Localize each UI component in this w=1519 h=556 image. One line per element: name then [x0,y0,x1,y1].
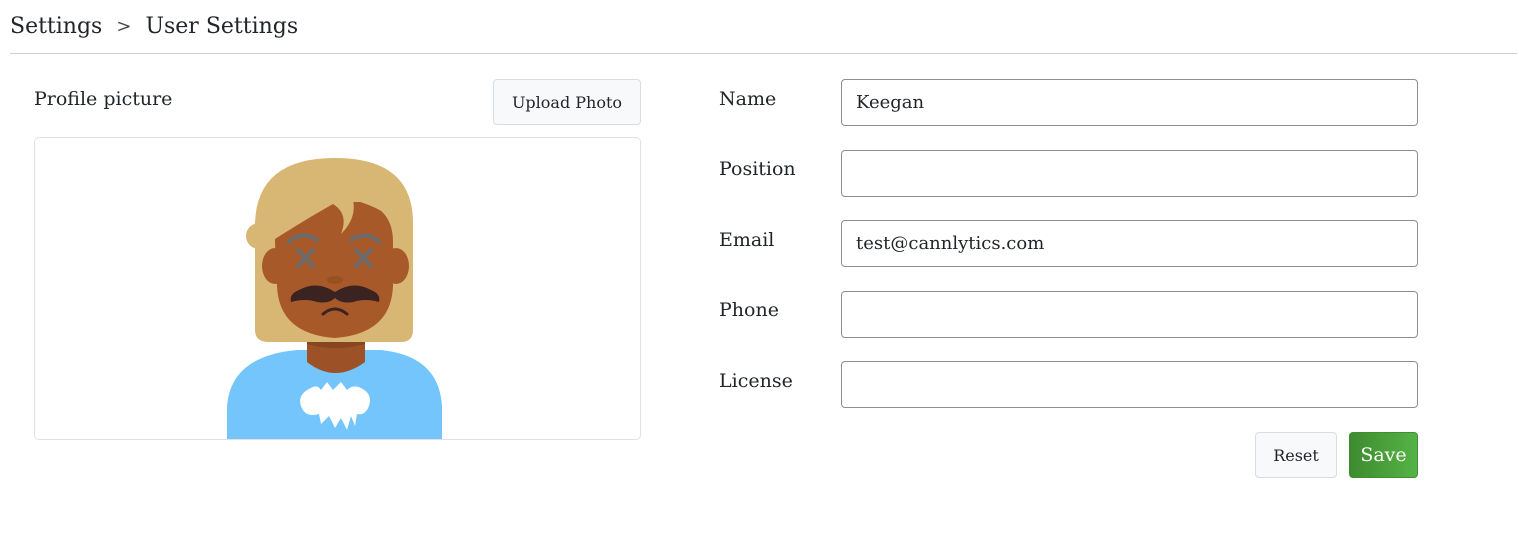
phone-label: Phone [719,299,779,321]
position-input[interactable] [841,150,1418,197]
position-label: Position [719,158,796,180]
upload-photo-button[interactable]: Upload Photo [493,79,641,125]
breadcrumb-separator: > [116,15,132,37]
avatar-illustration [227,158,442,439]
reset-button[interactable]: Reset [1255,432,1337,478]
breadcrumb-root[interactable]: Settings [10,14,102,39]
license-input[interactable] [841,361,1418,408]
email-label: Email [719,229,775,251]
name-label: Name [719,88,777,110]
breadcrumb-current: User Settings [145,13,299,39]
license-label: License [719,370,793,392]
avatar-frame [34,137,641,440]
save-button[interactable]: Save [1349,432,1418,478]
profile-picture-label: Profile picture [34,88,173,110]
email-input[interactable] [841,220,1418,267]
name-input[interactable] [841,79,1418,126]
breadcrumb: Settings > User Settings [10,10,298,42]
header-divider [10,53,1517,54]
phone-input[interactable] [841,291,1418,338]
